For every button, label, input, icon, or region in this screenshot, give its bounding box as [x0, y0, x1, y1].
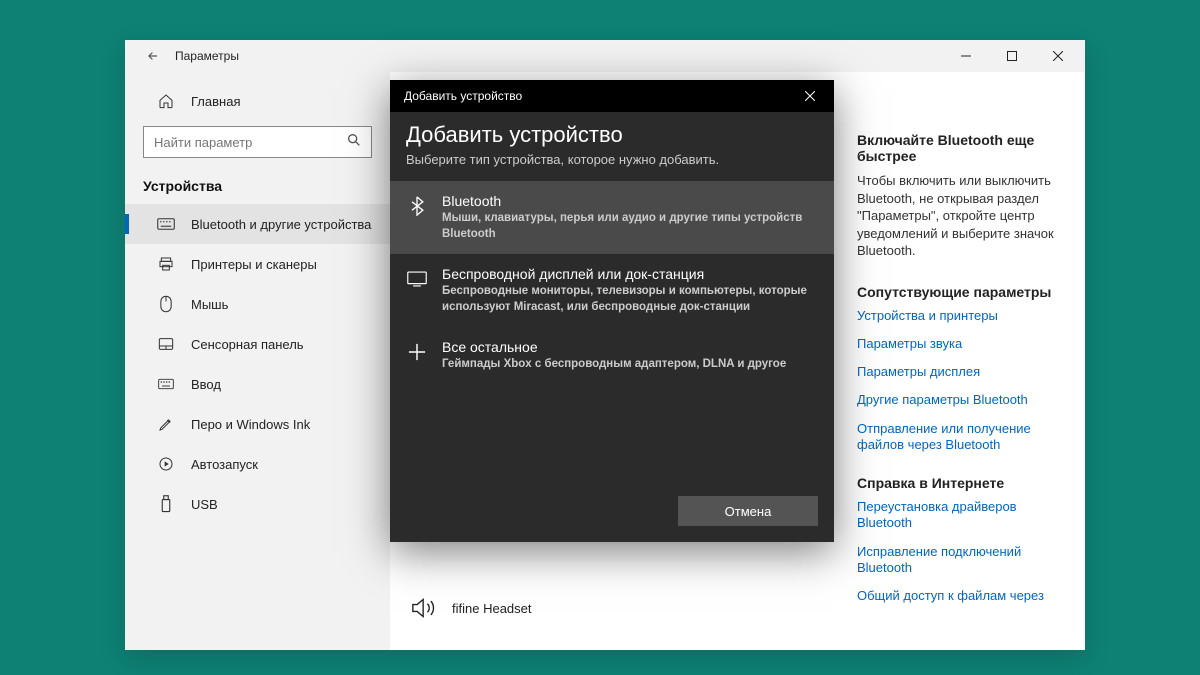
related-link[interactable]: Устройства и принтеры [857, 308, 1067, 324]
tip-text: Чтобы включить или выключить Bluetooth, … [857, 172, 1067, 260]
option-title: Беспроводной дисплей или док-станция [442, 266, 818, 282]
device-option-bluetooth[interactable]: Bluetooth Мыши, клавиатуры, перья или ау… [390, 181, 834, 254]
device-list-item[interactable]: fifine Headset [410, 596, 532, 620]
titlebar: Параметры [125, 40, 1085, 72]
sidebar-item-label: USB [191, 497, 218, 512]
usb-icon [157, 495, 175, 513]
option-desc: Беспроводные мониторы, телевизоры и комп… [442, 284, 818, 315]
option-desc: Мыши, клавиатуры, перья или аудио и друг… [442, 211, 818, 242]
search-input[interactable] [143, 126, 372, 158]
related-link[interactable]: Другие параметры Bluetooth [857, 392, 1067, 408]
dialog-subtitle: Выберите тип устройства, которое нужно д… [390, 152, 834, 181]
keyboard-icon [157, 215, 175, 233]
speaker-icon [410, 596, 438, 620]
sidebar-item-autoplay[interactable]: Автозапуск [125, 444, 390, 484]
sidebar-item-bluetooth[interactable]: Bluetooth и другие устройства [125, 204, 390, 244]
dialog-heading: Добавить устройство [390, 122, 834, 152]
related-title: Сопутствующие параметры [857, 284, 1067, 300]
option-desc: Геймпады Xbox с беспроводным адаптером, … [442, 357, 818, 373]
help-link[interactable]: Переустановка драйверов Bluetooth [857, 499, 1067, 532]
sidebar-item-usb[interactable]: USB [125, 484, 390, 524]
tip-title: Включайте Bluetooth еще быстрее [857, 132, 1067, 164]
close-button[interactable] [1035, 40, 1081, 72]
sidebar-home-label: Главная [191, 94, 240, 109]
sidebar: Главная Устройства Bluetooth и другие ус… [125, 72, 390, 650]
bluetooth-icon [406, 195, 428, 217]
dialog-close-button[interactable] [790, 80, 830, 112]
display-icon [406, 268, 428, 290]
device-option-wireless-display[interactable]: Беспроводной дисплей или док-станция Бес… [390, 254, 834, 327]
sidebar-home[interactable]: Главная [125, 84, 390, 118]
maximize-button[interactable] [989, 40, 1035, 72]
device-option-everything-else[interactable]: Все остальное Геймпады Xbox с беспроводн… [390, 327, 834, 385]
dialog-title: Добавить устройство [404, 89, 522, 103]
sidebar-item-label: Перо и Windows Ink [191, 417, 310, 432]
related-link[interactable]: Параметры звука [857, 336, 1067, 352]
sidebar-item-label: Bluetooth и другие устройства [191, 217, 371, 232]
window-controls [943, 40, 1081, 72]
sidebar-item-label: Автозапуск [191, 457, 258, 472]
option-title: Bluetooth [442, 193, 818, 209]
cancel-button[interactable]: Отмена [678, 496, 818, 526]
sidebar-item-label: Мышь [191, 297, 228, 312]
dialog-titlebar: Добавить устройство [390, 80, 834, 112]
sidebar-item-touchpad[interactable]: Сенсорная панель [125, 324, 390, 364]
related-link[interactable]: Параметры дисплея [857, 364, 1067, 380]
touchpad-icon [157, 335, 175, 353]
dialog-body: Добавить устройство Выберите тип устройс… [390, 112, 834, 542]
search-wrap [143, 126, 372, 158]
dialog-footer: Отмена [390, 484, 834, 542]
sidebar-item-label: Принтеры и сканеры [191, 257, 317, 272]
search-icon [346, 132, 364, 150]
aside-panel: Включайте Bluetooth еще быстрее Чтобы вк… [857, 72, 1085, 650]
back-button[interactable] [137, 40, 169, 72]
sidebar-section-title: Устройства [125, 172, 390, 204]
help-title: Справка в Интернете [857, 475, 1067, 491]
typing-icon [157, 375, 175, 393]
option-title: Все остальное [442, 339, 818, 355]
sidebar-items: Bluetooth и другие устройства Принтеры и… [125, 204, 390, 524]
window-title: Параметры [175, 49, 239, 63]
device-name-label: fifine Headset [452, 601, 532, 616]
related-link[interactable]: Отправление или получение файлов через B… [857, 421, 1067, 454]
sidebar-item-label: Ввод [191, 377, 221, 392]
mouse-icon [157, 295, 175, 313]
sidebar-item-typing[interactable]: Ввод [125, 364, 390, 404]
sidebar-item-label: Сенсорная панель [191, 337, 304, 352]
add-device-dialog: Добавить устройство Добавить устройство … [390, 80, 834, 542]
minimize-button[interactable] [943, 40, 989, 72]
autoplay-icon [157, 455, 175, 473]
home-icon [157, 92, 175, 110]
sidebar-item-printers[interactable]: Принтеры и сканеры [125, 244, 390, 284]
sidebar-item-mouse[interactable]: Мышь [125, 284, 390, 324]
printer-icon [157, 255, 175, 273]
help-link[interactable]: Исправление подключений Bluetooth [857, 544, 1067, 577]
plus-icon [406, 341, 428, 363]
help-link[interactable]: Общий доступ к файлам через [857, 588, 1067, 604]
pen-icon [157, 415, 175, 433]
sidebar-item-pen[interactable]: Перо и Windows Ink [125, 404, 390, 444]
